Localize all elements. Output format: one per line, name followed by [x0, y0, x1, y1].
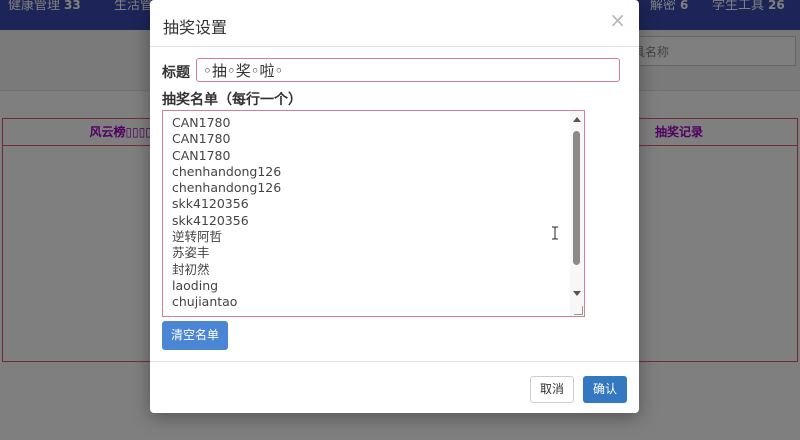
name-list-line: CAN1780	[172, 131, 231, 147]
modal-title: 抽奖设置	[163, 18, 228, 37]
name-list-line: chenhandong126	[172, 163, 282, 179]
scroll-down-icon[interactable]	[573, 291, 581, 296]
name-list-line: 逆转阿哲	[172, 229, 223, 245]
clear-list-button[interactable]: 清空名单	[162, 321, 228, 350]
name-list-line: chujiantao	[172, 294, 238, 310]
close-icon[interactable]: ×	[609, 10, 626, 30]
list-scrollbar[interactable]	[570, 111, 584, 316]
name-list-line: laoding	[172, 277, 219, 293]
title-input[interactable]	[196, 58, 620, 82]
title-label: 标题	[162, 65, 190, 81]
lottery-settings-dialog: 抽奖设置 × 标题 抽奖名单（每行一个） CAN1780CAN1780CAN17…	[150, 0, 639, 413]
name-list-line: skk4120356	[172, 196, 249, 212]
modal-header: 抽奖设置 ×	[150, 0, 639, 47]
name-list-line: 苏姿丰	[172, 245, 210, 261]
name-list-line: CAN1780	[172, 115, 231, 130]
scroll-up-icon[interactable]	[573, 117, 581, 122]
text-cursor-icon	[552, 226, 558, 240]
scroll-thumb[interactable]	[573, 131, 580, 265]
resize-grip-icon[interactable]	[574, 306, 583, 315]
list-label: 抽奖名单（每行一个）	[162, 92, 302, 108]
name-list-line: 封初然	[172, 261, 210, 277]
name-list-line: skk4120356	[172, 212, 249, 228]
modal-footer: 取消 确认	[150, 361, 639, 413]
name-list-line: chenhandong126	[172, 180, 282, 196]
cancel-button[interactable]: 取消	[530, 376, 574, 403]
name-list-line: CAN1780	[172, 147, 231, 163]
confirm-button[interactable]: 确认	[583, 376, 627, 403]
name-list: CAN1780 CAN1780 CAN1780 chenhandong126 chenh…	[172, 115, 281, 311]
name-list-textarea[interactable]: CAN1780 CAN1780 CAN1780 chenhandong126 chenh…	[162, 110, 585, 317]
